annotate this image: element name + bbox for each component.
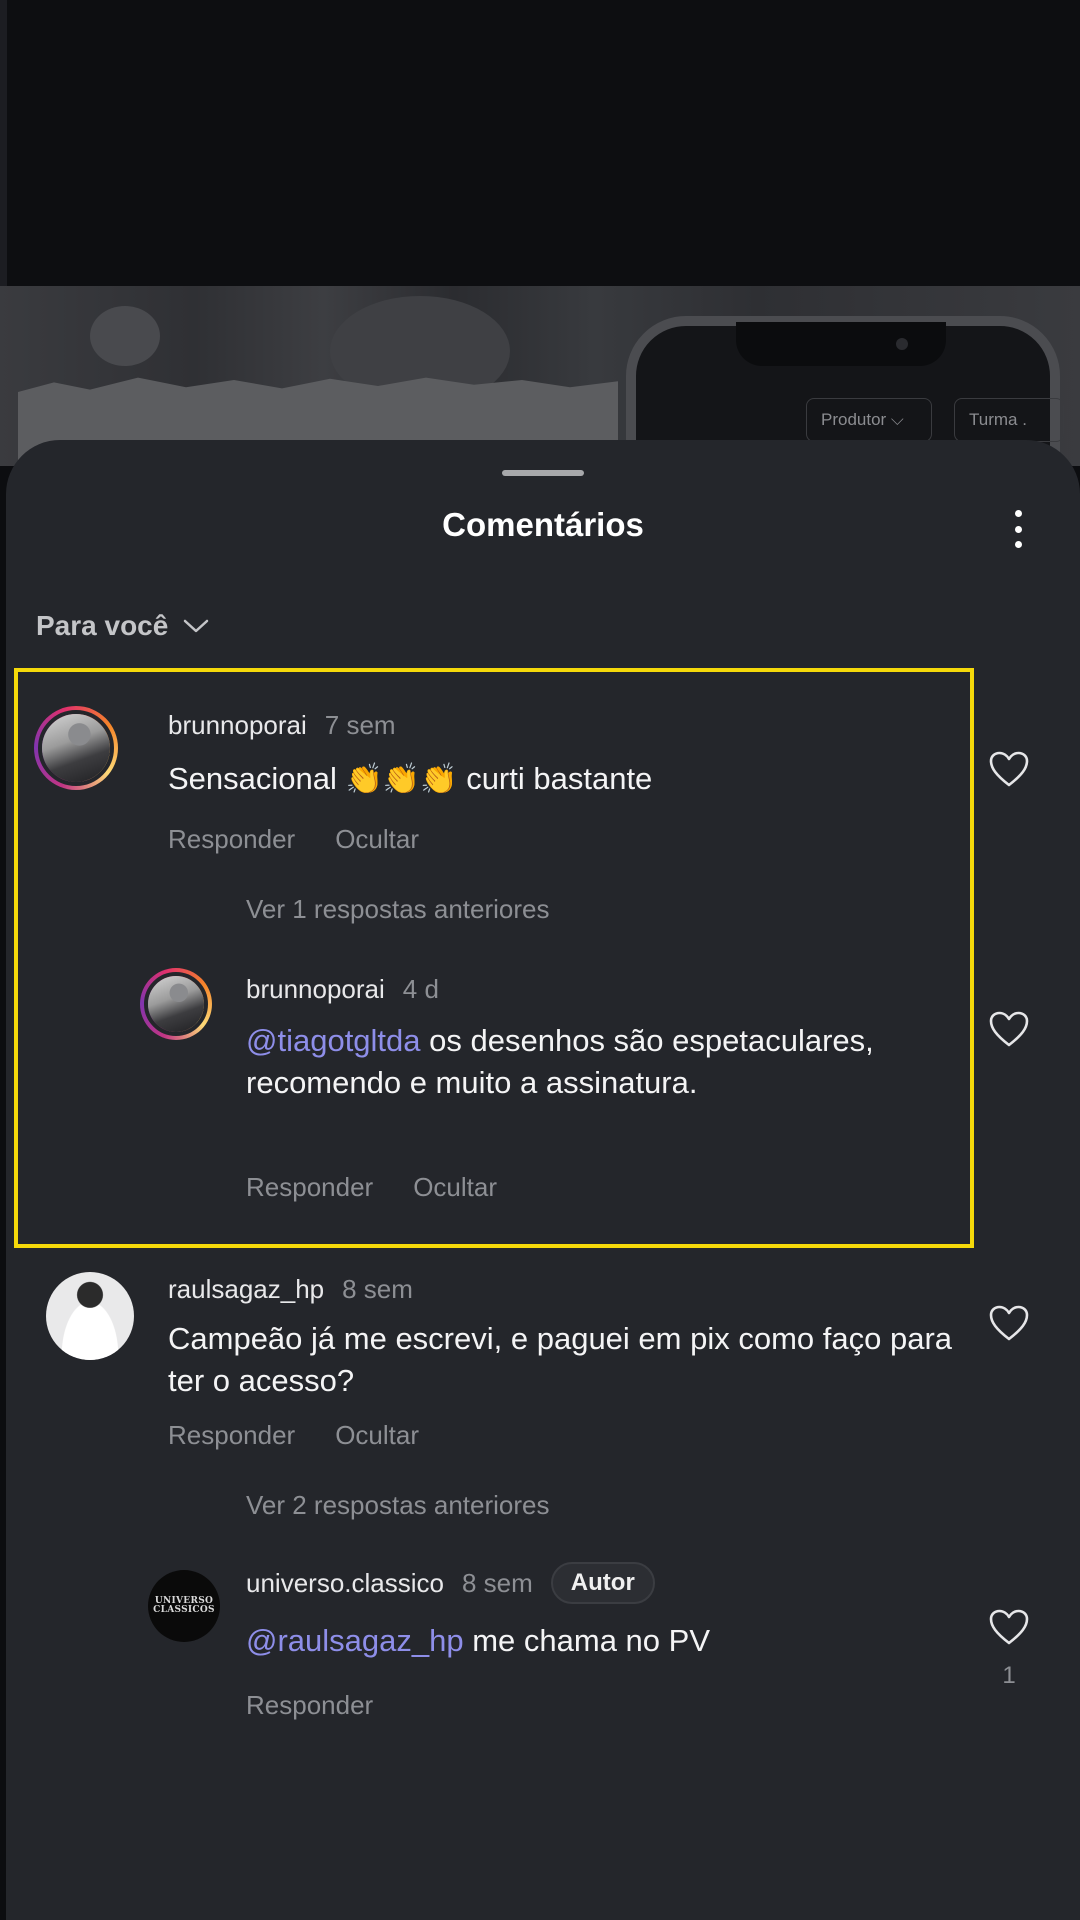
reply-text: @tiagotgltda os desenhos são espetacular… — [246, 1020, 886, 1104]
chevron-down-icon — [184, 619, 209, 633]
dot — [1014, 510, 1022, 517]
comment-username[interactable]: raulsagaz_hp — [168, 1274, 324, 1305]
comment-text: Sensacional 👏👏👏 curti bastante — [168, 758, 928, 801]
pill-turma: Turma . — [954, 398, 1064, 442]
avatar[interactable] — [46, 1272, 134, 1360]
view-previous-replies[interactable]: Ver 1 respostas anteriores — [246, 894, 550, 925]
reply-button[interactable]: Responder — [246, 1172, 373, 1203]
video-top-area — [0, 0, 1080, 288]
hide-button[interactable]: Ocultar — [335, 1420, 419, 1451]
pill-produtor: Produtor ⌵ — [806, 398, 932, 442]
heart-icon[interactable] — [988, 1608, 1030, 1646]
drag-handle[interactable] — [502, 470, 584, 476]
comment-time: 7 sem — [324, 710, 396, 740]
comment-text-part: curti bastante — [457, 761, 653, 796]
hide-button[interactable]: Ocultar — [335, 824, 419, 855]
reply-meta: universo.classico 8 sem Autor — [246, 1562, 655, 1604]
reply-time: 8 sem — [461, 1567, 533, 1598]
author-badge: Autor — [550, 1562, 655, 1604]
sheet-title: Comentários — [442, 506, 644, 543]
reply-text: @raulsagaz_hp me chama no PV — [246, 1620, 946, 1662]
reply-username[interactable]: brunnoporai — [246, 974, 385, 1005]
reply-button[interactable]: Responder — [168, 824, 295, 855]
dot — [1014, 525, 1022, 533]
comment-actions: Responder Ocultar — [168, 824, 419, 855]
view-previous-replies[interactable]: Ver 2 respostas anteriores — [246, 1490, 550, 1521]
avatar-photo — [148, 976, 204, 1032]
reply-meta: brunnoporai 4 d — [246, 974, 439, 1005]
reply-actions: Responder Ocultar — [246, 1172, 497, 1203]
reply-button[interactable]: Responder — [168, 1420, 295, 1451]
heart-icon[interactable] — [988, 750, 1030, 788]
reply-actions: Responder — [246, 1690, 373, 1721]
comment-text-part: Sensacional — [168, 761, 346, 796]
clap-emoji: 👏👏👏 — [345, 763, 458, 796]
avatar[interactable] — [34, 706, 118, 790]
comments-sheet: Comentários Para você brunnoporai 7 sem … — [6, 440, 1080, 1920]
universo-classicos-logo: UNIVERSO CLASSICOS — [148, 1570, 220, 1642]
reply-time: 4 d — [402, 974, 439, 1004]
sort-filter-label: Para você — [36, 610, 169, 641]
comment-meta: raulsagaz_hp 8 sem — [168, 1274, 413, 1305]
dot — [1014, 541, 1022, 548]
comment-time: 8 sem — [342, 1274, 413, 1304]
reply-username[interactable]: universo.classico — [246, 1568, 444, 1599]
hide-button[interactable]: Ocultar — [413, 1172, 497, 1203]
video-edge — [0, 0, 7, 288]
comment-actions: Responder Ocultar — [168, 1420, 419, 1451]
mention-link[interactable]: @raulsagaz_hp — [246, 1623, 464, 1658]
like-count: 1 — [1002, 1662, 1016, 1689]
logo-line: CLASSICOS — [153, 1605, 215, 1615]
video-preview-image: Produtor ⌵ Turma . — [0, 286, 1080, 466]
heart-icon[interactable] — [988, 1010, 1030, 1048]
phone-notch — [736, 322, 946, 366]
mention-link[interactable]: @tiagotgltda — [246, 1023, 421, 1058]
avatar-photo — [42, 714, 110, 782]
heart-icon[interactable] — [988, 1304, 1030, 1342]
comment-username[interactable]: brunnoporai — [168, 710, 307, 741]
comment-meta: brunnoporai 7 sem — [168, 710, 396, 741]
cartoon-shape — [90, 306, 160, 366]
reply-button[interactable]: Responder — [246, 1690, 373, 1721]
more-options-icon[interactable] — [1006, 506, 1030, 552]
highlight-box — [14, 668, 974, 1248]
comment-text: Campeão já me escrevi, e paguei em pix c… — [168, 1321, 953, 1398]
sort-filter-dropdown[interactable]: Para você — [36, 610, 210, 642]
avatar-photo — [46, 1272, 134, 1360]
avatar[interactable]: UNIVERSO CLASSICOS — [148, 1570, 220, 1642]
reply-text-part: me chama no PV — [463, 1623, 711, 1658]
avatar[interactable] — [140, 968, 212, 1040]
